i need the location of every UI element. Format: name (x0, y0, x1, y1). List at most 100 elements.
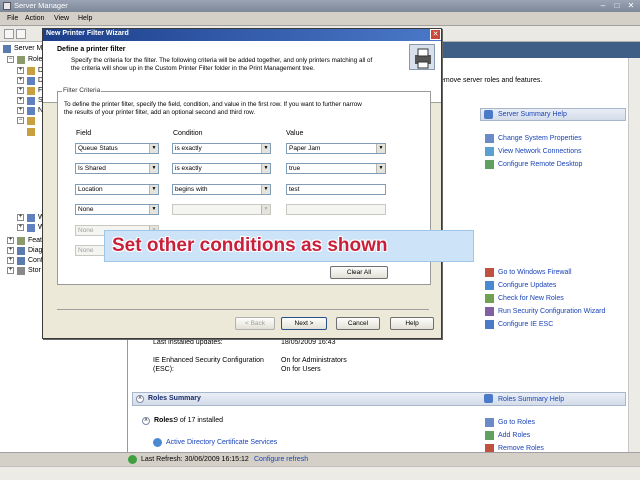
field-select-4[interactable]: None ▼ (75, 204, 159, 215)
instructions-line1: To define the printer filter, specify th… (64, 101, 362, 108)
go-to-windows-firewall-link[interactable]: Go to Windows Firewall (498, 269, 572, 276)
go-to-roles-link[interactable]: Go to Roles (498, 419, 535, 426)
menu-action[interactable]: Action (25, 15, 44, 22)
back-icon[interactable] (4, 29, 14, 39)
server-manager-icon (3, 2, 11, 10)
configure-ie-esc-link[interactable]: Configure IE ESC (498, 321, 553, 328)
server-icon (3, 45, 11, 53)
roles-summary-help-link[interactable]: Roles Summary Help (498, 396, 564, 403)
change-system-properties-link[interactable]: Change System Properties (498, 135, 582, 142)
configure-updates-link[interactable]: Configure Updates (498, 282, 556, 289)
column-field: Field (76, 130, 92, 137)
cancel-button[interactable]: Cancel (336, 317, 380, 330)
expand-icon[interactable]: + (7, 247, 14, 254)
folder-icon (27, 128, 35, 136)
back-button[interactable]: < Back (235, 317, 275, 330)
condition-select-1[interactable]: is exactly ▼ (172, 143, 271, 154)
expand-icon[interactable]: + (17, 224, 24, 231)
wizard-close-button[interactable]: ✕ (430, 29, 441, 40)
expand-icon[interactable]: − (7, 56, 14, 63)
minimize-icon[interactable]: – (596, 1, 610, 11)
value-input-3[interactable]: test (286, 184, 386, 195)
ie-esc-label-2: (ESC): (153, 366, 174, 373)
chevron-down-icon: ▼ (149, 205, 158, 214)
expand-icon[interactable]: + (17, 107, 24, 114)
expand-icon[interactable]: + (7, 257, 14, 264)
expand-icon[interactable]: + (17, 87, 24, 94)
configure-refresh-link[interactable]: Configure refresh (254, 456, 308, 463)
field-value-6: None (78, 247, 94, 254)
check-new-roles-link[interactable]: Check for New Roles (498, 295, 564, 302)
go-to-roles-icon (485, 418, 494, 427)
ad-certificate-services-link[interactable]: Active Directory Certificate Services (166, 439, 277, 446)
field-value-5: None (78, 227, 94, 234)
close-icon[interactable]: ✕ (624, 1, 638, 11)
tutorial-caption: Set other conditions as shown (104, 230, 474, 262)
features-icon (17, 237, 25, 245)
expand-icon[interactable]: + (17, 77, 24, 84)
view-network-connections-link[interactable]: View Network Connections (498, 148, 582, 155)
remote-desktop-icon (485, 160, 494, 169)
roles-count: 9 of 17 installed (174, 417, 224, 424)
forward-icon[interactable] (16, 29, 26, 39)
firewall-icon (485, 268, 494, 277)
tree-item-diagnostics[interactable]: Diag (28, 247, 42, 254)
run-security-wizard-link[interactable]: Run Security Configuration Wizard (498, 308, 605, 315)
last-refresh-text: Last Refresh: 30/06/2009 16:15:12 (141, 456, 249, 463)
condition-select-4: ▼ (172, 204, 271, 215)
ie-esc-icon (485, 320, 494, 329)
chevron-down-icon: ▼ (149, 164, 158, 173)
tree-item-storage[interactable]: Stor (28, 267, 41, 274)
expand-icon[interactable]: + (17, 97, 24, 104)
tree-item-roles[interactable]: Role (28, 56, 42, 63)
expand-icon[interactable]: + (7, 237, 14, 244)
clear-all-button[interactable]: Clear All (330, 266, 388, 279)
condition-select-3[interactable]: begins with ▼ (172, 184, 271, 195)
chevron-down-icon: ▼ (261, 185, 270, 194)
storage-icon (17, 267, 25, 275)
field-value-2: Is Shared (78, 165, 106, 172)
menu-file[interactable]: File (7, 15, 18, 22)
vertical-scrollbar[interactable] (628, 58, 640, 452)
ie-esc-admins-value: On for Administrators (281, 357, 347, 364)
server-summary-help-link[interactable]: Server Summary Help (498, 111, 567, 118)
add-roles-link[interactable]: Add Roles (498, 432, 530, 439)
chevron-down-icon: ▼ (376, 164, 385, 173)
field-select-1[interactable]: Queue Status ▼ (75, 143, 159, 154)
next-button[interactable]: Next > (281, 317, 327, 330)
horizontal-scrollbar[interactable] (0, 466, 640, 480)
tree-item-features[interactable]: Feat (28, 237, 42, 244)
configuration-icon (17, 257, 25, 265)
menu-help[interactable]: Help (78, 15, 92, 22)
expand-icon[interactable]: + (17, 67, 24, 74)
intro-text: emove server roles and features. (440, 77, 543, 84)
tree-root[interactable]: Server M (14, 45, 42, 52)
field-select-2[interactable]: Is Shared ▼ (75, 163, 159, 174)
expand-icon[interactable]: + (7, 267, 14, 274)
field-value-3: Location (78, 186, 103, 193)
help-icon (484, 110, 493, 119)
wizard-description-line2: the criteria will show up in the Custom … (71, 65, 315, 72)
last-installed-label: Last installed updates: (153, 339, 223, 346)
remove-roles-link[interactable]: Remove Roles (498, 445, 544, 452)
chevron-down-icon: ▼ (261, 164, 270, 173)
tree-item-configuration[interactable]: Conf (28, 257, 43, 264)
menu-view[interactable]: View (54, 15, 69, 22)
expand-icon[interactable]: − (17, 117, 24, 124)
folder-icon (27, 117, 35, 125)
maximize-icon[interactable]: □ (610, 1, 624, 11)
condition-select-2[interactable]: is exactly ▼ (172, 163, 271, 174)
refresh-icon (128, 455, 137, 464)
value-value-2: true (289, 165, 301, 172)
field-select-3[interactable]: Location ▼ (75, 184, 159, 195)
value-input-4 (286, 204, 386, 215)
configure-remote-desktop-link[interactable]: Configure Remote Desktop (498, 161, 582, 168)
wizard-titlebar: New Printer Filter Wizard (43, 29, 441, 41)
value-select-2[interactable]: true ▼ (286, 163, 386, 174)
folder-icon (27, 224, 35, 232)
help-button[interactable]: Help (390, 317, 434, 330)
collapse-icon[interactable]: ˄ (136, 395, 144, 403)
collapse-icon[interactable]: ˄ (142, 417, 150, 425)
value-select-1[interactable]: Paper Jam ▼ (286, 143, 386, 154)
expand-icon[interactable]: + (17, 214, 24, 221)
